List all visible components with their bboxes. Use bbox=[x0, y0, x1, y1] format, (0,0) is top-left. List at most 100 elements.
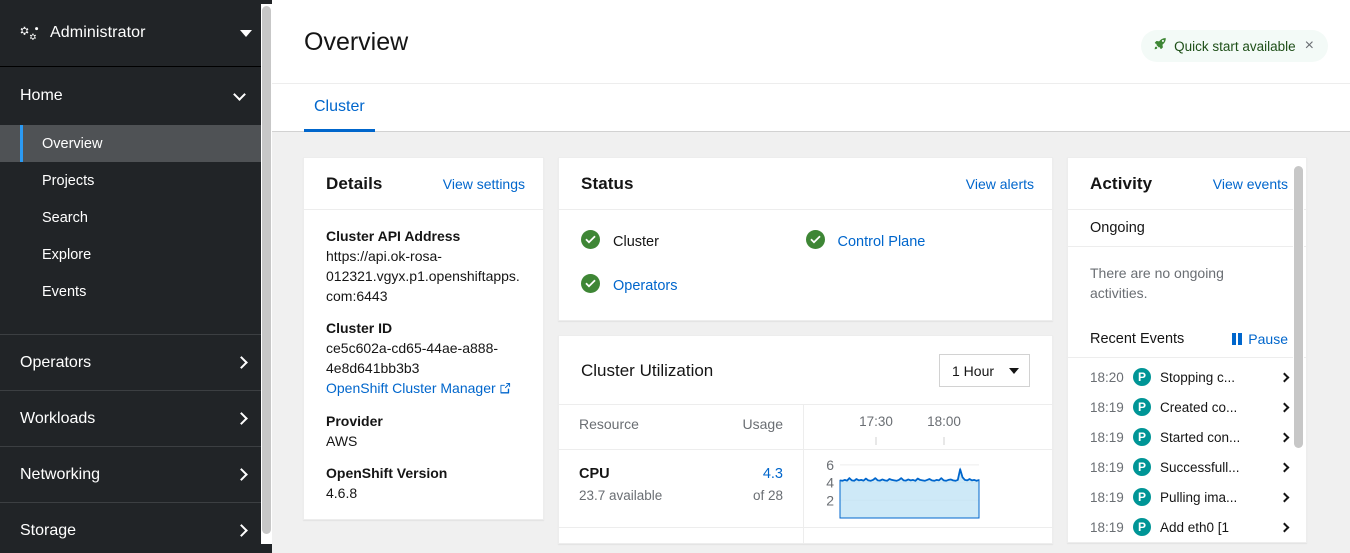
nav-section-home[interactable]: Home bbox=[0, 67, 272, 125]
status-item-cluster: Cluster bbox=[581, 230, 806, 254]
sidebar-group-operators[interactable]: Operators bbox=[0, 334, 272, 390]
column-right: Activity View events Ongoing There are n… bbox=[1067, 157, 1307, 543]
resource-name: CPU bbox=[579, 464, 753, 484]
svg-text:2: 2 bbox=[826, 492, 834, 508]
chevron-right-icon[interactable] bbox=[1280, 372, 1290, 382]
resource-usage-block: 4.3 of 28 bbox=[753, 464, 783, 506]
details-body: Cluster API Address https://api.ok-rosa-… bbox=[304, 210, 543, 519]
sidebar-group-workloads[interactable]: Workloads bbox=[0, 390, 272, 446]
chevron-right-icon bbox=[235, 468, 248, 481]
chevron-right-icon bbox=[235, 524, 248, 537]
event-row[interactable]: 18:19 P Successfull... bbox=[1068, 452, 1306, 482]
chevron-right-icon[interactable] bbox=[1280, 402, 1290, 412]
details-title: Details bbox=[326, 174, 443, 194]
status-label[interactable]: Operators bbox=[613, 278, 677, 294]
column-middle: Status View alerts Cluster bbox=[558, 157, 1053, 544]
activity-title: Activity bbox=[1090, 174, 1213, 194]
openshift-cluster-manager-link[interactable]: OpenShift Cluster Manager bbox=[326, 380, 496, 396]
sidebar-group-storage[interactable]: Storage bbox=[0, 502, 272, 553]
event-time: 18:19 bbox=[1090, 520, 1124, 535]
pod-badge-icon: P bbox=[1133, 518, 1151, 536]
pod-badge-icon: P bbox=[1133, 458, 1151, 476]
svg-text:18:00: 18:00 bbox=[927, 414, 961, 429]
activity-card: Activity View events Ongoing There are n… bbox=[1067, 157, 1307, 543]
quick-start-banner[interactable]: Quick start available × bbox=[1141, 30, 1328, 62]
resource-total: of 28 bbox=[753, 486, 783, 506]
sidebar-group-label: Operators bbox=[20, 354, 237, 372]
sidebar-item-label: Explore bbox=[42, 247, 91, 263]
view-alerts-link[interactable]: View alerts bbox=[966, 176, 1034, 192]
svg-text:4: 4 bbox=[826, 475, 834, 491]
page-scrollbar-thumb[interactable] bbox=[262, 6, 271, 534]
event-row[interactable]: 18:19 P Add eth0 [1 bbox=[1068, 512, 1306, 542]
chevron-right-icon[interactable] bbox=[1280, 492, 1290, 502]
status-column-left: Cluster Operators bbox=[581, 230, 806, 298]
pause-label: Pause bbox=[1248, 331, 1288, 347]
sidebar-item-overview[interactable]: Overview bbox=[0, 125, 272, 162]
sidebar-item-label: Search bbox=[42, 210, 88, 226]
cpu-sparkline-chart[interactable]: 6 42 bbox=[804, 450, 1052, 527]
chevron-right-icon[interactable] bbox=[1280, 432, 1290, 442]
status-item-control-plane[interactable]: Control Plane bbox=[806, 230, 1031, 254]
activity-card-header: Activity View events bbox=[1068, 158, 1306, 210]
event-message: Stopping c... bbox=[1160, 370, 1272, 385]
event-row[interactable]: 18:19 P Started con... bbox=[1068, 422, 1306, 452]
sidebar-item-search[interactable]: Search bbox=[0, 199, 272, 236]
external-link-icon bbox=[500, 381, 511, 399]
event-message: Add eth0 [1 bbox=[1160, 520, 1272, 535]
sidebar-item-label: Overview bbox=[42, 136, 102, 152]
sidebar-item-label: Events bbox=[42, 284, 86, 300]
sidebar-group-label: Workloads bbox=[20, 410, 237, 428]
duration-select-value: 1 Hour bbox=[952, 363, 999, 379]
event-row[interactable]: 18:19 P Created co... bbox=[1068, 392, 1306, 422]
page-scrollbar[interactable] bbox=[261, 4, 272, 544]
activity-scrollbar[interactable] bbox=[1293, 164, 1304, 542]
status-card: Status View alerts Cluster bbox=[558, 157, 1053, 321]
sidebar-group-label: Networking bbox=[20, 466, 237, 484]
event-row[interactable]: 18:19 P Pulling ima... bbox=[1068, 482, 1306, 512]
page-title: Overview bbox=[304, 26, 408, 58]
utilization-row-next-left bbox=[559, 528, 804, 543]
event-row[interactable]: 18:20 P Stopping c... bbox=[1068, 362, 1306, 392]
chevron-right-icon[interactable] bbox=[1280, 462, 1290, 472]
event-message: Created co... bbox=[1160, 400, 1272, 415]
svg-text:6: 6 bbox=[826, 457, 834, 473]
sidebar-item-explore[interactable]: Explore bbox=[0, 236, 272, 273]
resource-available: 23.7 available bbox=[579, 486, 753, 506]
detail-value-cluster-id: ce5c602a-cd65-44ae-a888-4e8d641bb3b3 bbox=[326, 338, 521, 378]
duration-select[interactable]: 1 Hour bbox=[939, 354, 1030, 387]
perspective-switcher[interactable]: Administrator bbox=[0, 0, 272, 67]
resource-name-block: CPU 23.7 available bbox=[579, 464, 753, 506]
close-icon[interactable]: × bbox=[1303, 38, 1316, 54]
sidebar-group-label: Storage bbox=[20, 522, 237, 540]
chevron-right-icon[interactable] bbox=[1280, 522, 1290, 532]
event-time: 18:19 bbox=[1090, 460, 1124, 475]
dashboard-content: Details View settings Cluster API Addres… bbox=[272, 132, 1350, 553]
activity-scrollbar-thumb[interactable] bbox=[1294, 166, 1303, 448]
sidebar-spacer bbox=[0, 310, 272, 334]
view-settings-link[interactable]: View settings bbox=[443, 176, 525, 192]
utilization-row-next-right bbox=[804, 528, 1052, 543]
detail-value-provider: AWS bbox=[326, 431, 521, 451]
recent-events-header: Recent Events Pause bbox=[1068, 321, 1306, 358]
cluster-utilization-card: Cluster Utilization 1 Hour Resource Usag… bbox=[558, 335, 1053, 544]
event-message: Pulling ima... bbox=[1160, 490, 1272, 505]
tab-label: Cluster bbox=[314, 98, 365, 116]
view-events-link[interactable]: View events bbox=[1213, 176, 1288, 192]
status-item-operators[interactable]: Operators bbox=[581, 274, 806, 298]
status-label[interactable]: Control Plane bbox=[838, 234, 926, 250]
utilization-row-next bbox=[559, 528, 1052, 543]
sidebar: Administrator Home Overview Projects Sea… bbox=[0, 0, 272, 553]
status-body: Cluster Operators bbox=[559, 210, 1052, 320]
sidebar-item-projects[interactable]: Projects bbox=[0, 162, 272, 199]
chevron-right-icon bbox=[235, 356, 248, 369]
event-message: Successfull... bbox=[1160, 460, 1272, 475]
sidebar-item-events[interactable]: Events bbox=[0, 273, 272, 310]
sidebar-group-networking[interactable]: Networking bbox=[0, 446, 272, 502]
tab-cluster[interactable]: Cluster bbox=[304, 84, 375, 132]
chevron-down-icon[interactable] bbox=[240, 30, 252, 37]
pause-button[interactable]: Pause bbox=[1232, 331, 1288, 347]
detail-label-provider: Provider bbox=[326, 413, 521, 429]
resource-usage-value[interactable]: 4.3 bbox=[753, 464, 783, 484]
page-header: Overview Quick start available × bbox=[272, 0, 1350, 84]
